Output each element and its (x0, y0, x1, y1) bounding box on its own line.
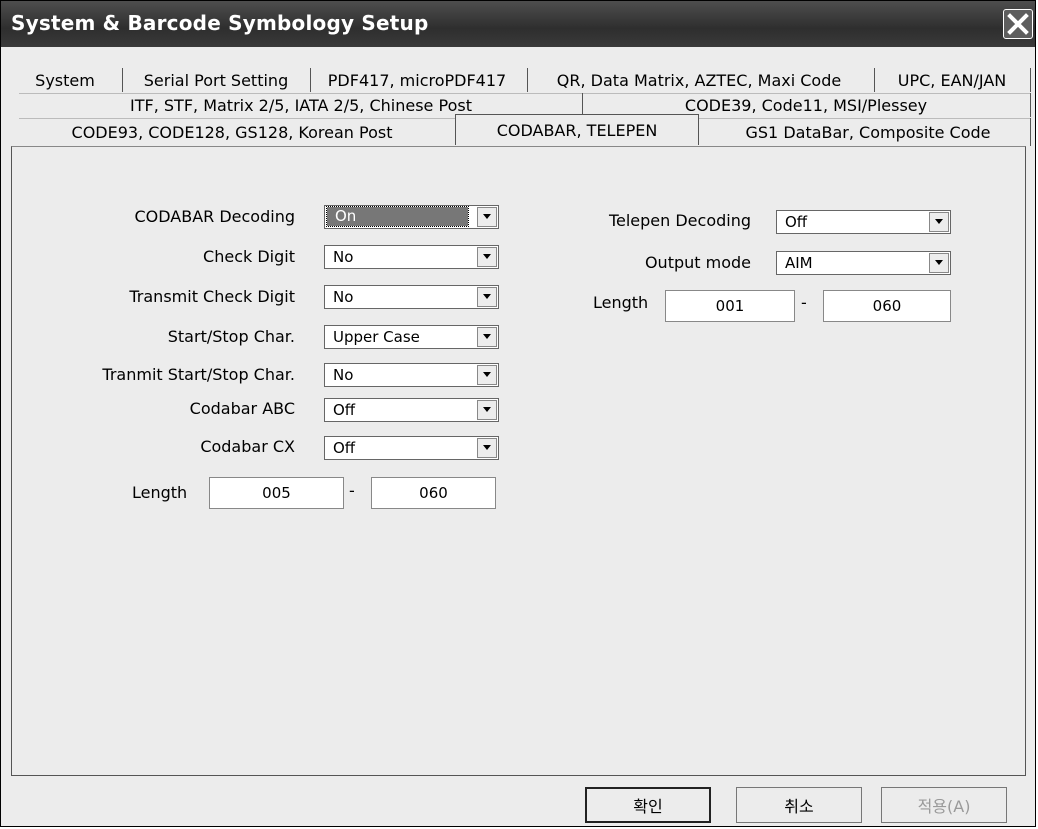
dropdown-button[interactable] (477, 287, 497, 307)
tab-divider (310, 68, 311, 92)
dropdown-button[interactable] (477, 327, 497, 347)
transmit-check-digit-select[interactable]: No (324, 285, 499, 309)
ok-button[interactable]: 확인 (585, 787, 711, 823)
start-stop-char-select[interactable]: Upper Case (324, 325, 499, 349)
tab-code93-code128[interactable]: CODE93, CODE128, GS128, Korean Post (17, 118, 447, 146)
start-stop-char-label: Start/Stop Char. (167, 327, 295, 346)
output-mode-label: Output mode (644, 253, 751, 272)
dialog-window: System & Barcode Symbology Setup System … (0, 0, 1036, 827)
telepen-decoding-label: Telepen Decoding (608, 211, 751, 230)
tab-divider (1030, 93, 1031, 117)
codabar-decoding-value: On (326, 206, 469, 227)
tab-system[interactable]: System (19, 68, 111, 92)
check-digit-select[interactable]: No (324, 245, 499, 269)
dropdown-button[interactable] (477, 247, 497, 267)
chevron-down-icon (483, 407, 491, 412)
tab-divider (527, 68, 528, 92)
tab-codabar-telepen[interactable]: CODABAR, TELEPEN (455, 114, 699, 145)
tab-label: UPC, EAN/JAN (897, 70, 1007, 90)
close-icon (1007, 13, 1029, 35)
tab-divider (1030, 68, 1031, 92)
length-separator: - (801, 293, 807, 312)
chevron-down-icon (483, 445, 491, 450)
apply-button-label: 적용(A) (917, 797, 971, 816)
transmit-start-stop-value: No (333, 366, 354, 384)
codabar-cx-value: Off (333, 439, 356, 457)
ok-button-label: 확인 (633, 797, 663, 816)
tab-label: CODE39, Code11, MSI/Plessey (684, 95, 928, 115)
transmit-check-digit-label: Transmit Check Digit (129, 287, 295, 306)
tab-label: PDF417, microPDF417 (327, 70, 507, 90)
codabar-cx-select[interactable]: Off (324, 436, 499, 460)
tab-label: GS1 DataBar, Composite Code (745, 122, 991, 142)
telepen-length-min-input[interactable]: 001 (665, 290, 795, 322)
tab-label: Serial Port Setting (143, 70, 289, 90)
codabar-abc-select[interactable]: Off (324, 398, 499, 422)
tab-divider (1030, 118, 1031, 146)
tab-upc-ean[interactable]: UPC, EAN/JAN (879, 68, 1025, 92)
dropdown-button[interactable] (477, 207, 497, 227)
dropdown-button[interactable] (929, 212, 949, 232)
chevron-down-icon (483, 334, 491, 339)
transmit-check-digit-value: No (333, 288, 354, 306)
codabar-abc-value: Off (333, 401, 356, 419)
tab-strip: System Serial Port Setting PDF417, micro… (1, 48, 1037, 148)
transmit-start-stop-select[interactable]: No (324, 363, 499, 387)
tab-serial-port-setting[interactable]: Serial Port Setting (129, 68, 303, 92)
telepen-length-max-input[interactable]: 060 (823, 290, 951, 322)
dropdown-button[interactable] (477, 400, 497, 420)
codabar-decoding-label: CODABAR Decoding (134, 207, 295, 226)
length-separator: - (349, 481, 355, 500)
title-bar[interactable]: System & Barcode Symbology Setup (1, 1, 1035, 47)
codabar-abc-label: Codabar ABC (189, 399, 295, 418)
output-mode-select[interactable]: AIM (776, 251, 951, 275)
dropdown-button[interactable] (477, 438, 497, 458)
tab-label: CODE93, CODE128, GS128, Korean Post (71, 122, 393, 142)
chevron-down-icon (935, 219, 943, 224)
codabar-length-max-input[interactable]: 060 (371, 477, 496, 509)
telepen-decoding-select[interactable]: Off (776, 210, 951, 234)
codabar-cx-label: Codabar CX (200, 437, 295, 456)
close-button[interactable] (1003, 9, 1033, 39)
chevron-down-icon (483, 254, 491, 259)
tab-label: System (35, 70, 95, 90)
codabar-length-min-input[interactable]: 005 (209, 477, 344, 509)
telepen-decoding-value: Off (785, 213, 808, 231)
chevron-down-icon (483, 294, 491, 299)
tab-label: QR, Data Matrix, AZTEC, Maxi Code (556, 70, 842, 90)
telepen-length-label: Length (593, 293, 649, 312)
tab-qr-datamatrix[interactable]: QR, Data Matrix, AZTEC, Maxi Code (533, 68, 865, 92)
dropdown-button[interactable] (477, 365, 497, 385)
tab-divider (582, 93, 583, 115)
chevron-down-icon (483, 372, 491, 377)
check-digit-value: No (333, 248, 354, 266)
dropdown-button[interactable] (929, 253, 949, 273)
apply-button[interactable]: 적용(A) (881, 787, 1007, 823)
tab-label: CODABAR, TELEPEN (496, 120, 658, 140)
tab-divider (874, 68, 875, 92)
start-stop-char-value: Upper Case (333, 328, 420, 346)
cancel-button[interactable]: 취소 (736, 787, 862, 823)
tab-divider (122, 68, 123, 92)
transmit-start-stop-label: Tranmit Start/Stop Char. (102, 365, 295, 384)
check-digit-label: Check Digit (203, 247, 295, 266)
cancel-button-label: 취소 (784, 797, 814, 816)
tab-gs1-databar[interactable]: GS1 DataBar, Composite Code (713, 118, 1023, 146)
codabar-length-label: Length (132, 483, 188, 502)
tab-panel (11, 146, 1026, 776)
codabar-decoding-select[interactable]: On (324, 205, 499, 229)
tab-pdf417[interactable]: PDF417, microPDF417 (317, 68, 517, 92)
chevron-down-icon (483, 214, 491, 219)
window-title: System & Barcode Symbology Setup (11, 11, 429, 35)
chevron-down-icon (935, 260, 943, 265)
tab-label: ITF, STF, Matrix 2/5, IATA 2/5, Chinese … (130, 95, 472, 115)
output-mode-value: AIM (785, 254, 813, 272)
